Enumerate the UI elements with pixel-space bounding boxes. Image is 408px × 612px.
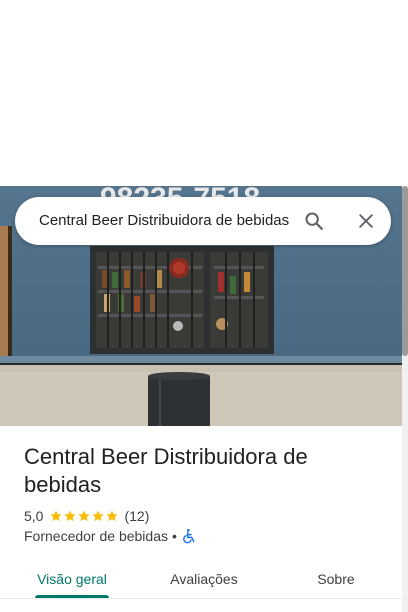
tab-reviews[interactable]: Avaliações bbox=[152, 560, 256, 598]
place-title: Central Beer Distribuidora de bebidas bbox=[24, 444, 308, 497]
separator-dot: • bbox=[172, 528, 177, 544]
star-icon bbox=[50, 510, 63, 522]
category-row: Fornecedor de bebidas • bbox=[24, 526, 197, 546]
place-tabs: Visão geral Avaliações Sobre bbox=[0, 560, 402, 598]
star-icon bbox=[92, 510, 105, 522]
review-count[interactable]: (12) bbox=[124, 508, 149, 524]
scrollbar-thumb[interactable] bbox=[402, 186, 408, 356]
blank-area bbox=[0, 0, 408, 186]
tab-overview[interactable]: Visão geral bbox=[24, 560, 120, 598]
close-button[interactable] bbox=[351, 206, 381, 236]
wheelchair-icon[interactable] bbox=[181, 528, 197, 544]
search-button[interactable] bbox=[299, 206, 329, 236]
star-icon bbox=[78, 510, 91, 522]
rating-value: 5,0 bbox=[24, 508, 44, 524]
rating-row[interactable]: 5,0 (12) bbox=[24, 506, 149, 526]
place-panel: 98235-7518 bbox=[0, 0, 408, 612]
search-icon bbox=[305, 212, 323, 230]
star-rating bbox=[49, 509, 119, 523]
tab-about[interactable]: Sobre bbox=[296, 560, 376, 598]
tabs-divider bbox=[0, 598, 402, 599]
star-icon bbox=[106, 510, 119, 522]
close-icon bbox=[359, 214, 373, 228]
star-icon bbox=[64, 510, 77, 522]
place-category[interactable]: Fornecedor de bebidas bbox=[24, 528, 168, 544]
search-bar[interactable]: Central Beer Distribuidora de bebidas bbox=[15, 197, 391, 245]
search-input[interactable]: Central Beer Distribuidora de bebidas bbox=[39, 211, 301, 231]
